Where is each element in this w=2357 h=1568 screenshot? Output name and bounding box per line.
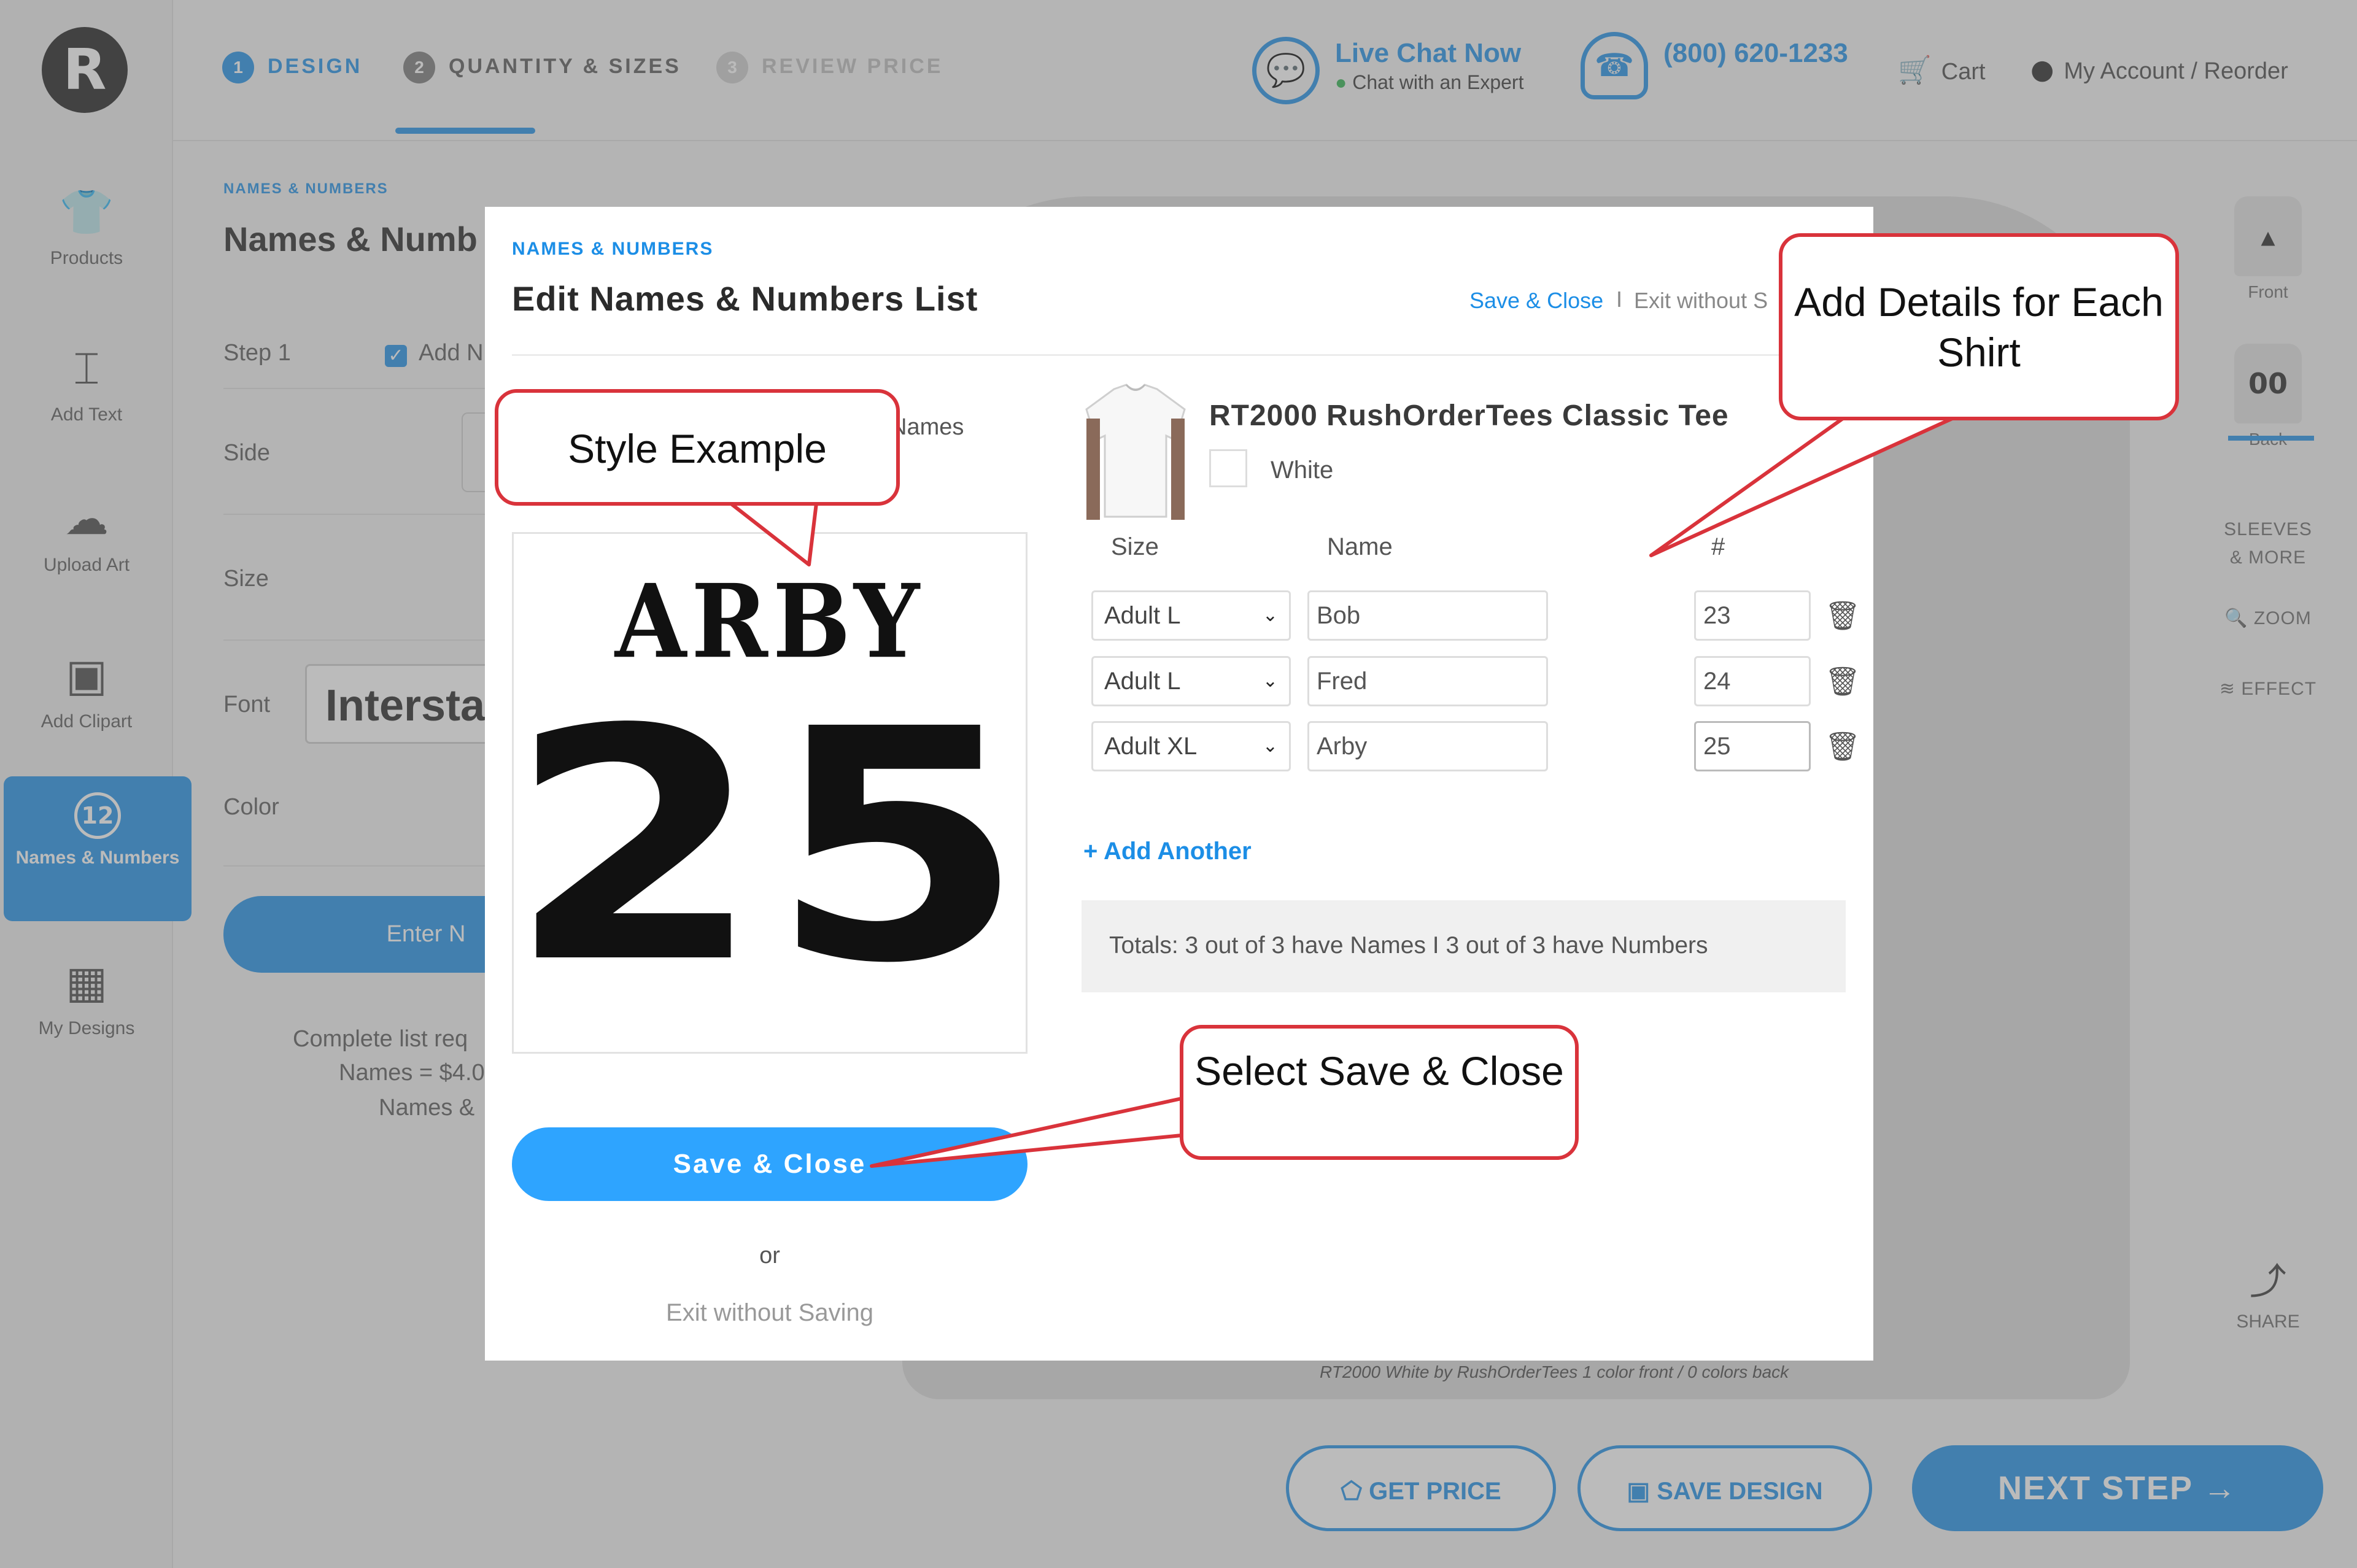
names-label: Names	[890, 414, 964, 440]
chevron-down-icon: ⌄	[1262, 670, 1278, 692]
save-close-button[interactable]: Save & Close	[512, 1127, 1028, 1201]
trash-icon[interactable]: 🗑	[1824, 590, 1861, 641]
size-value: Adult L	[1104, 602, 1181, 629]
modal-divider	[512, 354, 1844, 356]
trash-icon[interactable]: 🗑	[1824, 656, 1861, 706]
save-close-link[interactable]: Save & Close	[1469, 288, 1603, 314]
number-input[interactable]: 24	[1694, 656, 1811, 706]
size-select[interactable]: Adult L ⌄	[1091, 656, 1291, 706]
preview-number: 25	[512, 661, 1028, 1033]
totals-text: Totals: 3 out of 3 have Names I 3 out of…	[1109, 932, 1708, 959]
callout-select-save: Select Save & Close	[1180, 1025, 1579, 1160]
name-input[interactable]: Arby	[1307, 721, 1548, 771]
color-name: White	[1271, 457, 1334, 484]
size-select[interactable]: Adult L ⌄	[1091, 590, 1291, 641]
edit-names-modal: NAMES & NUMBERS Edit Names & Numbers Lis…	[485, 207, 1873, 1361]
modal-title: Edit Names & Numbers List	[512, 279, 978, 318]
number-input[interactable]: 25	[1694, 721, 1811, 771]
size-column-header: Size	[1111, 533, 1159, 560]
style-preview: ARBY 25	[512, 532, 1028, 1054]
callout-style-example: Style Example	[495, 389, 900, 506]
number-input[interactable]: 23	[1694, 590, 1811, 641]
size-value: Adult L	[1104, 668, 1181, 695]
color-swatch	[1209, 449, 1247, 487]
trash-icon[interactable]: 🗑	[1824, 721, 1861, 771]
name-input[interactable]: Fred	[1307, 656, 1548, 706]
product-thumbnail	[1085, 384, 1186, 520]
number-column-header: #	[1711, 533, 1725, 560]
product-name: RT2000 RushOrderTees Classic Tee	[1209, 400, 1729, 432]
callout-add-details: Add Details for Each Shirt	[1779, 233, 2179, 420]
chevron-down-icon: ⌄	[1262, 735, 1278, 757]
name-input[interactable]: Bob	[1307, 590, 1548, 641]
add-another-link[interactable]: + Add Another	[1083, 838, 1252, 865]
size-value: Adult XL	[1104, 733, 1198, 760]
size-select[interactable]: Adult XL ⌄	[1091, 721, 1291, 771]
exit-without-saving-button[interactable]: Exit without Saving	[512, 1299, 1028, 1327]
name-column-header: Name	[1327, 533, 1393, 560]
exit-without-saving-link[interactable]: Exit without S	[1634, 288, 1768, 314]
chevron-down-icon: ⌄	[1262, 604, 1278, 626]
modal-breadcrumb: NAMES & NUMBERS	[512, 239, 714, 259]
totals-box: Totals: 3 out of 3 have Names I 3 out of…	[1082, 900, 1846, 992]
link-separator: I	[1616, 287, 1623, 312]
or-text: or	[759, 1243, 780, 1269]
